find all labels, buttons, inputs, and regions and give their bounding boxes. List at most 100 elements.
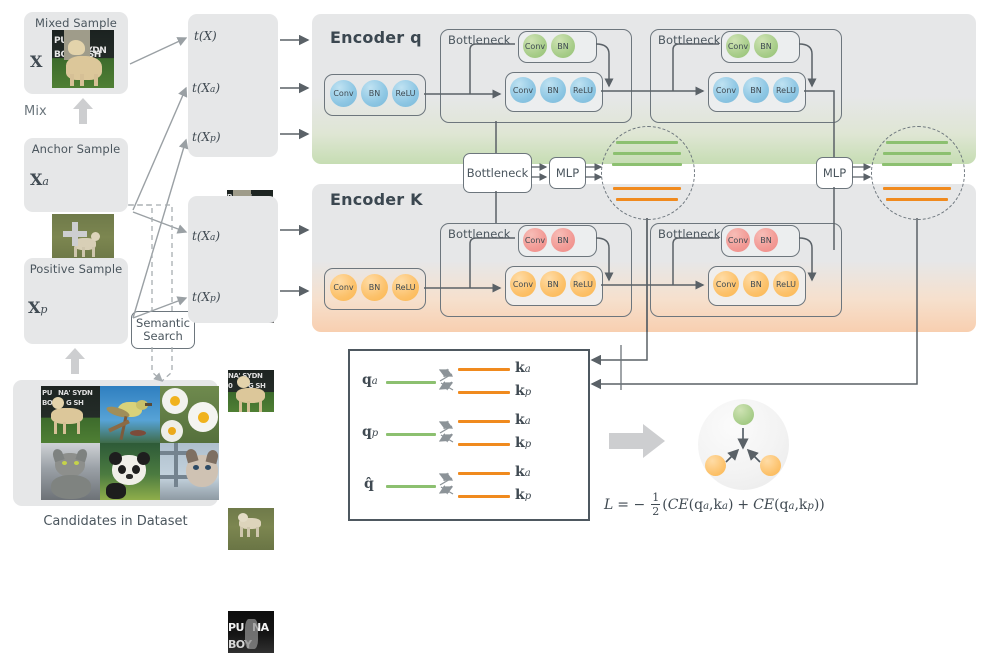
feature-right-k-line-0: [883, 187, 951, 190]
loss-k-label-2-1: kp: [515, 487, 532, 503]
encoder-q-bottleneck-2-label: Bottleneck: [658, 33, 721, 47]
label: ReLU: [395, 283, 416, 292]
label: ReLU: [775, 85, 797, 95]
transform-top-label-2: t(Xp): [192, 130, 221, 144]
encoder-k-bn1-main-relu: ReLU: [570, 271, 596, 297]
encoder-k-bn1-shortcut-bn: BN: [551, 228, 575, 252]
up-arrow-icon-positive: [64, 348, 86, 374]
anchor-sample-symbol: Xa: [30, 170, 49, 189]
label: Conv: [727, 235, 749, 245]
loss-k-line-2-1: [458, 495, 510, 498]
formula-ce2-args: (qa,kp): [774, 496, 820, 513]
encoder-k-bn2-main-bn: BN: [743, 271, 769, 297]
semantic-search-box[interactable]: Semantic Search: [131, 311, 195, 349]
encoder-k-bn2-main-relu: ReLU: [773, 271, 799, 297]
encoder-q-bn1-main-relu: ReLU: [570, 77, 596, 103]
feature-right-q-line-0: [886, 141, 948, 144]
mid-mlp-box[interactable]: MLP: [549, 157, 586, 189]
encoder-k-stem-conv: Conv: [330, 274, 357, 301]
encoder-q-bn2-shortcut-bn: BN: [754, 34, 778, 58]
label: ReLU: [775, 279, 797, 289]
encoder-q-bn2-main-relu: ReLU: [773, 77, 799, 103]
mixed-sample-label: Mixed Sample: [35, 16, 117, 30]
feature-left-q-line-2: [612, 163, 682, 166]
loss-q-label-0: qa: [362, 372, 378, 388]
label: ReLU: [572, 85, 594, 95]
anchor-sample-label: Anchor Sample: [31, 142, 121, 156]
loss-k-line-2-0: [458, 472, 510, 475]
formula-plus: +: [737, 496, 750, 513]
candidates-caption: Candidates in Dataset: [43, 514, 188, 529]
loss-q-line-0: [386, 381, 436, 384]
transform-bottom-thumb-0: [228, 508, 274, 550]
candidates-grid: PU NA' SYDN BOY G SH: [41, 386, 219, 500]
label: BN: [557, 41, 569, 51]
sphere-orange-dot-p: [760, 455, 781, 476]
mid-bottleneck-label: Bottleneck: [466, 166, 529, 180]
semantic-search-line2: Search: [143, 329, 183, 343]
big-right-arrow-icon: [609, 424, 665, 458]
loss-q-label-2: q̂: [364, 476, 374, 492]
formula-fraction: 1 2: [651, 491, 661, 518]
loss-k-line-1-1: [458, 443, 510, 446]
encoder-k-stem-relu: ReLU: [392, 274, 419, 301]
loss-k-label-0-1: kp: [515, 383, 532, 399]
label: BN: [557, 235, 569, 245]
right-mlp-box[interactable]: MLP: [816, 157, 853, 189]
plus-icon: [63, 222, 87, 246]
encoder-k-bn2-main-conv: Conv: [713, 271, 739, 297]
loss-k-label-1-0: ka: [515, 412, 531, 428]
positive-sample-symbol: Xp: [28, 298, 48, 317]
loss-q-label-1: qp: [362, 424, 379, 440]
loss-k-label-1-1: kp: [515, 435, 532, 451]
label: Conv: [727, 41, 749, 51]
encoder-k-title: Encoder K: [330, 190, 423, 209]
label: ReLU: [572, 279, 594, 289]
encoder-q-stem-conv: Conv: [330, 80, 357, 107]
formula-denominator: 2: [652, 505, 660, 518]
right-mlp-label: MLP: [822, 166, 847, 180]
transform-bottom-thumb-1: PU NA BOY: [228, 611, 274, 653]
encoder-q-bn1-main-conv: Conv: [510, 77, 536, 103]
formula-eq: = −: [617, 496, 646, 513]
transform-bottom-label-0: t(Xa): [192, 229, 221, 243]
transform-top-label-0: t(X): [194, 29, 217, 43]
encoder-q-bn2-main-conv: Conv: [713, 77, 739, 103]
mid-bottleneck-box[interactable]: Bottleneck: [463, 153, 532, 193]
candidate-panda-thumbnail: [100, 443, 160, 500]
label: Conv: [333, 89, 354, 98]
candidate-dog-thumbnail: PU NA' SYDN BOY G SH: [41, 386, 101, 443]
encoder-k-bn2-shortcut-conv: Conv: [726, 228, 750, 252]
loss-q-line-1: [386, 433, 436, 436]
up-arrow-icon-mix: [72, 98, 94, 124]
loss-k-label-0-0: ka: [515, 360, 531, 376]
label: BN: [368, 89, 381, 98]
transform-top-thumb-2: NA' SYDN 0 G SH: [228, 370, 274, 412]
candidate-daisy-thumbnail: [159, 386, 219, 443]
encoder-q-bn1-shortcut-conv: Conv: [523, 34, 547, 58]
transform-top-label-1: t(Xa): [192, 81, 221, 95]
encoder-q-stem-bn: BN: [361, 80, 388, 107]
encoder-q-bn2-shortcut-conv: Conv: [726, 34, 750, 58]
encoder-k-bn1-shortcut-conv: Conv: [523, 228, 547, 252]
label: BN: [368, 283, 381, 292]
label: Conv: [512, 279, 534, 289]
loss-k-line-0-0: [458, 368, 510, 371]
feature-left-k-line-0: [613, 187, 681, 190]
feature-left-k-line-1: [616, 198, 678, 201]
label: BN: [547, 85, 559, 95]
formula-ce1-args: (qa,ka): [688, 496, 734, 513]
label: BN: [750, 85, 762, 95]
loss-k-line-0-1: [458, 391, 510, 394]
label: ReLU: [395, 89, 416, 98]
formula-numerator: 1: [652, 491, 660, 504]
label: BN: [760, 41, 772, 51]
encoder-k-bottleneck-2-label: Bottleneck: [658, 227, 721, 241]
encoder-k-bn1-main-bn: BN: [540, 271, 566, 297]
encoder-q-bottleneck-1-label: Bottleneck: [448, 33, 511, 47]
feature-right-q-line-1: [883, 152, 951, 155]
encoder-q-bn1-main-bn: BN: [540, 77, 566, 103]
feature-right-q-line-2: [882, 163, 952, 166]
feature-left-q-line-1: [613, 152, 681, 155]
formula-lhs: L: [604, 496, 614, 513]
